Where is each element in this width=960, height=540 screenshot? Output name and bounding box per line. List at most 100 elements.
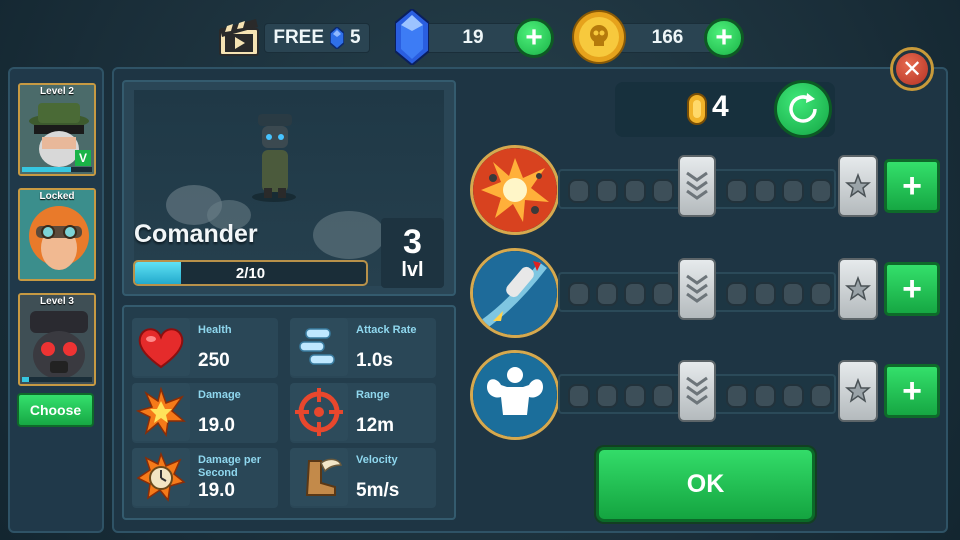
upgrade-explosion-plus-button[interactable]: + [884,159,940,213]
free-gems-chip[interactable]: FREE 5 [264,23,370,53]
explosion-icon [132,383,190,441]
stat-value: 19.0 [198,480,235,501]
upgrade-row-rocket: + [470,248,945,338]
upgrade-pip [596,282,618,306]
stat-health: Health 250 [132,318,278,378]
star-icon [845,276,871,301]
upgrade-pip [652,282,674,306]
upgrade-pip [568,179,590,203]
upgrade-pip [754,179,776,203]
free-label: FREE [273,27,325,48]
upgrade-pip [652,179,674,203]
stat-label: Damage per Second [198,454,261,479]
gem-small-icon [330,27,345,49]
winged-boot-icon [290,448,348,506]
hero-card-xp-bar [22,167,92,172]
coins-counter: 166 [612,23,717,53]
upgrade-pip [810,282,832,306]
upgrade-pip [624,384,646,408]
max-rank-star-button[interactable] [838,155,878,217]
ok-button[interactable]: OK [596,447,815,522]
hero-card-2[interactable]: Locked [18,188,96,281]
stat-velocity: Velocity 5m/s [290,448,436,508]
chevron-rank-icon [686,274,708,303]
upgrade-row-explosion: + [470,145,945,235]
upgrade-pip [726,282,748,306]
upgrade-pip [652,384,674,408]
crosshair-icon [290,383,348,441]
star-icon [845,378,871,403]
upgrade-muscle-plus-button[interactable]: + [884,364,940,418]
stat-label: Velocity [356,454,398,466]
muscle-upgrade-icon [470,350,560,440]
upgrade-pip [754,282,776,306]
stat-value: 1.0s [356,350,393,371]
upgrade-pip [782,384,804,408]
upgrade-token-count: 4 [712,90,729,123]
stat-label: Damage [198,389,241,401]
buy-gems-button[interactable]: + [514,18,554,58]
upgrade-pip [810,384,832,408]
stat-label: Range [356,389,390,401]
rank-chevron-button[interactable] [678,155,716,217]
upgrade-pip [726,384,748,408]
rank-chevron-button[interactable] [678,258,716,320]
hero-card-3[interactable]: Level 3 [18,293,96,386]
max-rank-star-button[interactable] [838,258,878,320]
upgrade-pip [596,384,618,408]
upgrade-pip [624,282,646,306]
upgrade-pip [782,282,804,306]
stat-value: 19.0 [198,415,235,436]
video-ad-icon[interactable] [217,17,261,57]
upgrade-pip [810,179,832,203]
skull-coin-icon [572,10,626,64]
bullets-icon [290,318,348,376]
token-icon [686,92,708,126]
hero-card-xp-bar [22,377,92,382]
upgrade-pip [568,384,590,408]
star-icon [845,173,871,198]
stat-dps: Damage per Second 19.0 [132,448,278,508]
buy-coins-button[interactable]: + [704,18,744,58]
hero-level-box: 3 lvl [381,218,444,288]
rocket-upgrade-icon [470,248,560,338]
chevron-rank-icon [686,376,708,405]
upgrade-pip [596,179,618,203]
hero-name: Comander [134,220,258,248]
upgrade-pip [624,179,646,203]
refresh-button[interactable] [774,80,832,138]
upgrade-rocket-plus-button[interactable]: + [884,262,940,316]
free-gems-count: 5 [350,27,361,48]
stat-attack-rate: Attack Rate 1.0s [290,318,436,378]
stat-value: 5m/s [356,480,400,501]
explosion-upgrade-icon [470,145,560,235]
max-rank-star-button[interactable] [838,360,878,422]
coins-count: 166 [651,27,684,48]
stat-range: Range 12m [290,383,436,443]
stat-label: Health [198,324,232,336]
upgrade-pip [568,282,590,306]
stat-damage: Damage 19.0 [132,383,278,443]
rank-chevron-button[interactable] [678,360,716,422]
hero-card-1[interactable]: Level 2 V [18,83,96,176]
close-button[interactable]: ✕ [890,47,934,91]
choose-button[interactable]: Choose [17,393,94,427]
stat-value: 250 [198,350,230,371]
chevron-rank-icon [686,171,708,200]
gems-counter: 19 [415,23,523,53]
hero-level-number: 3 [403,222,422,261]
hero-level-unit: lvl [401,258,424,281]
hero-card-label: Level 2 [40,86,74,97]
heart-icon [132,318,190,376]
stat-value: 12m [356,415,395,436]
upgrade-pip [754,384,776,408]
close-icon: ✕ [896,53,928,85]
upgrade-pip [726,179,748,203]
gems-count: 19 [462,27,484,48]
hero-card-label: Level 3 [40,296,74,307]
equipped-check-icon: V [75,150,91,166]
gem-icon [394,7,430,67]
hero-xp-bar: 2/10 [133,260,368,286]
refresh-icon [789,93,817,123]
upgrade-pip [782,179,804,203]
